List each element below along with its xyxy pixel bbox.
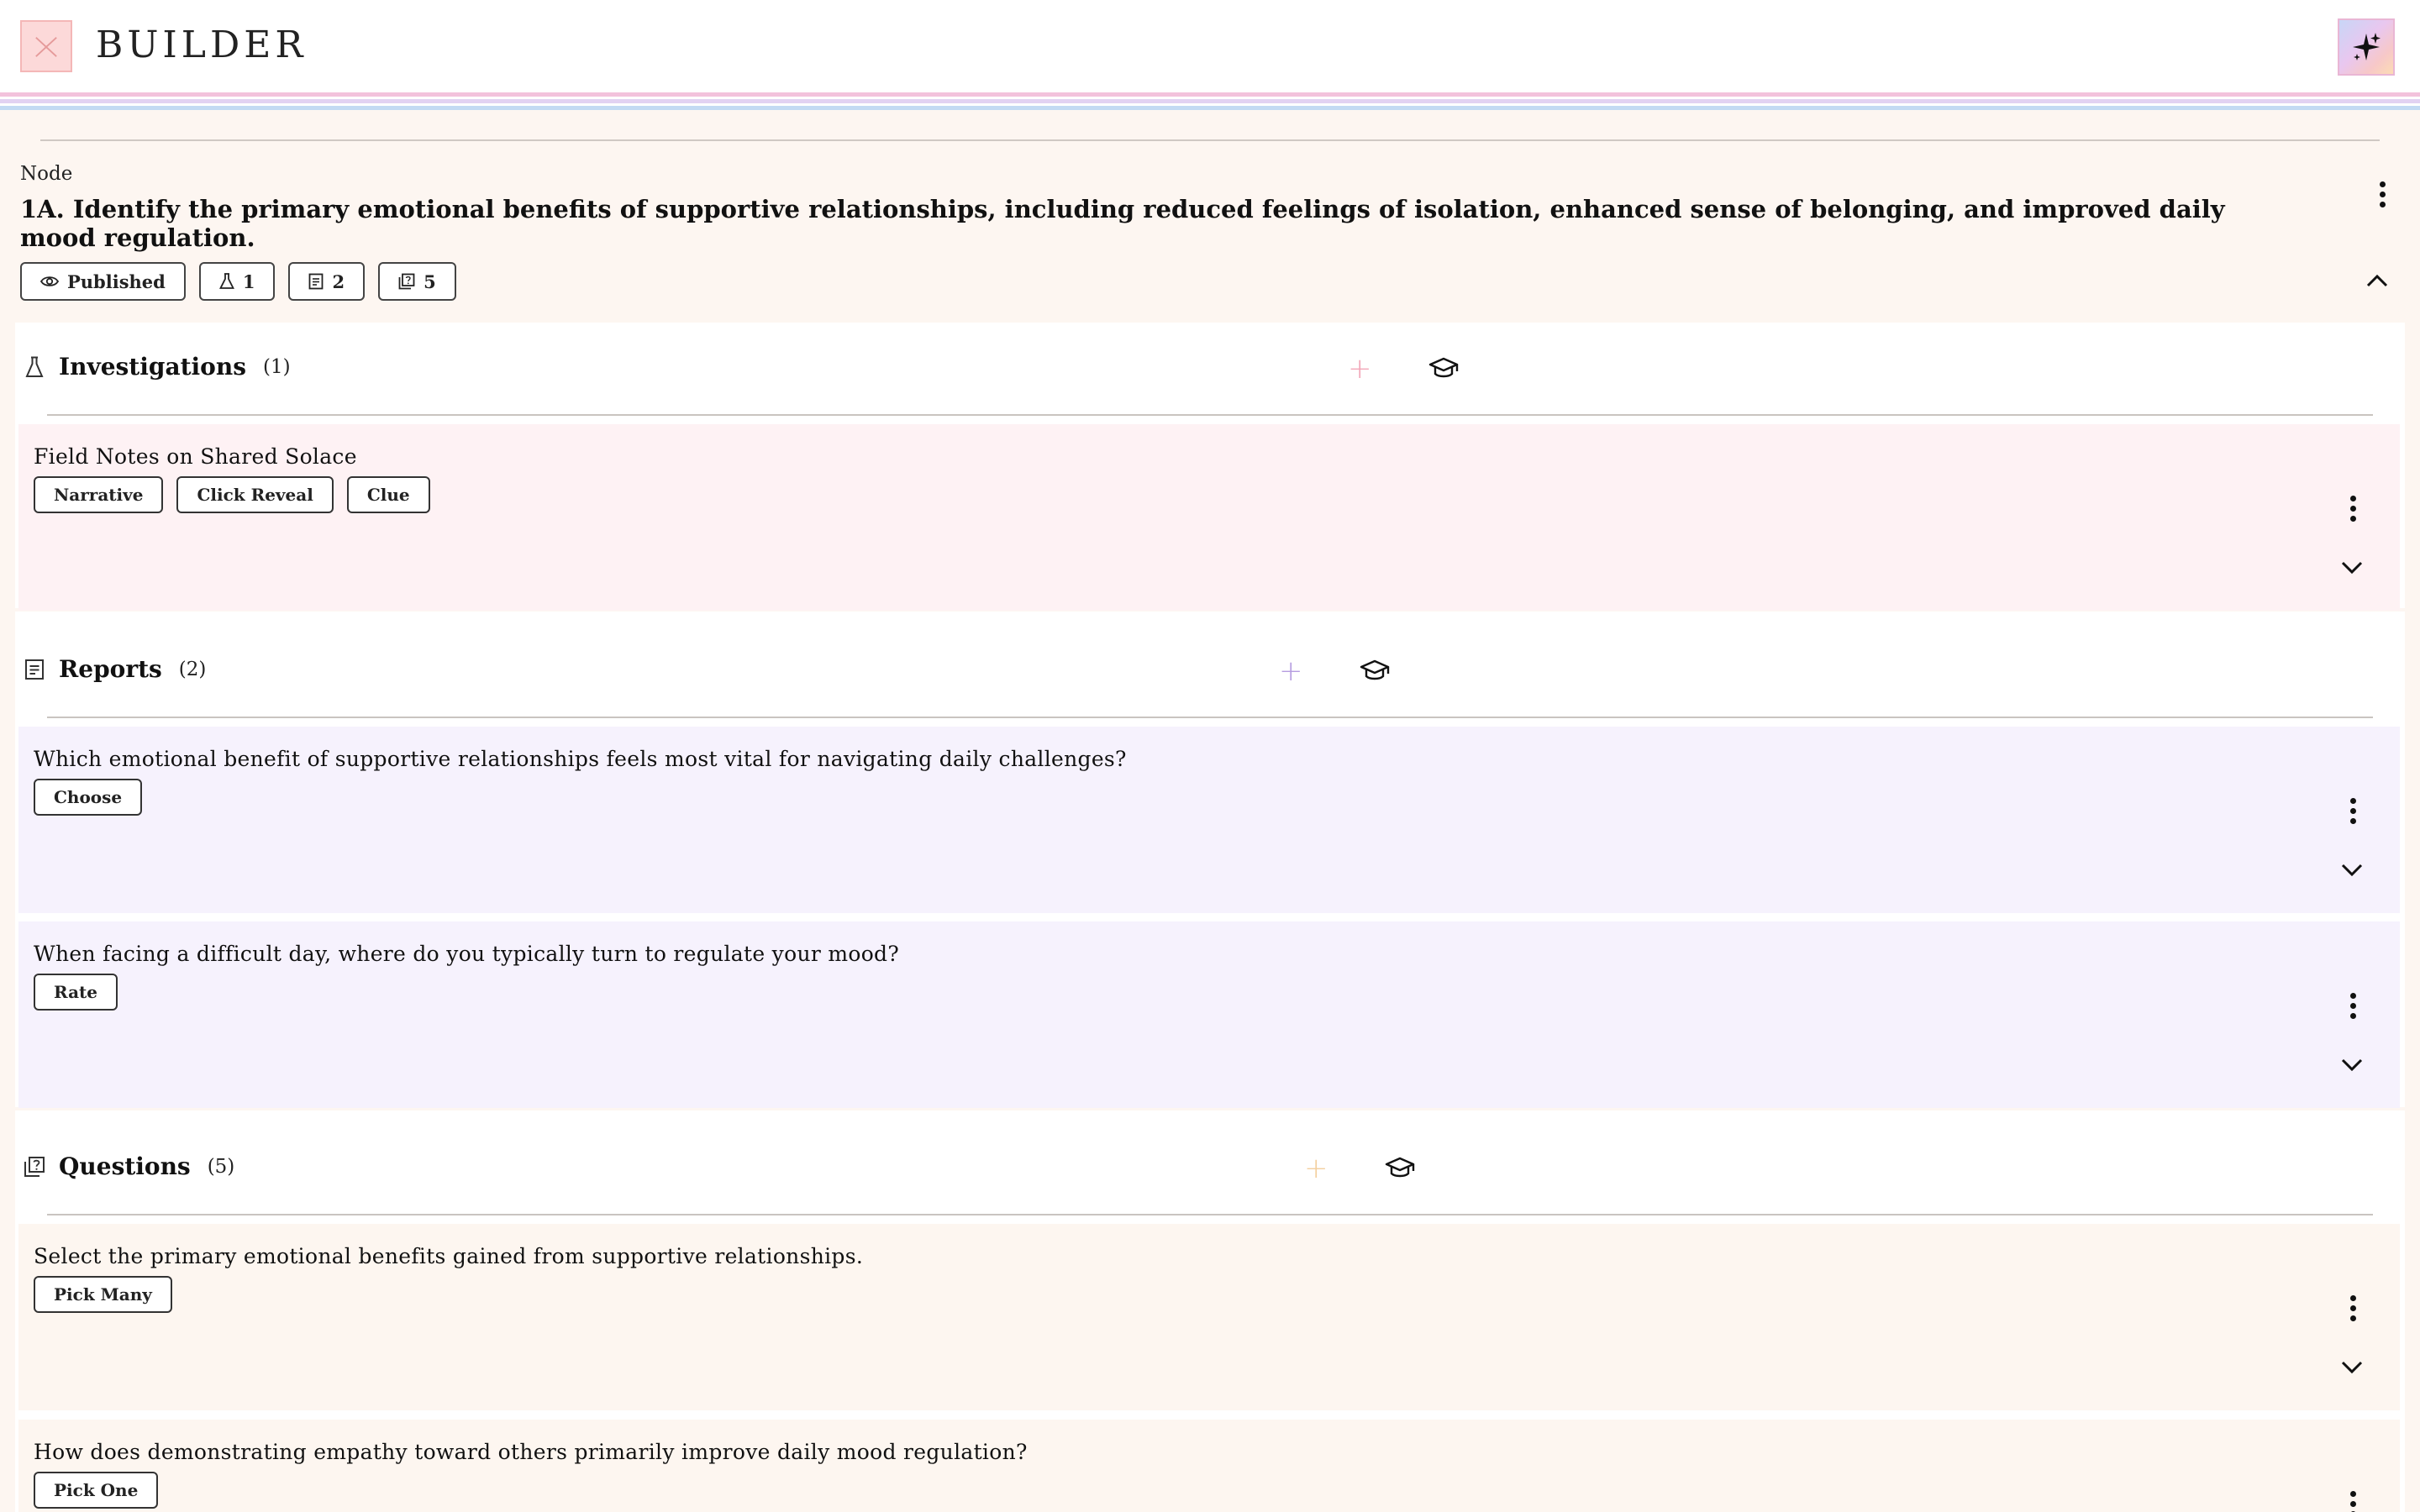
divider <box>47 717 2373 718</box>
graduation-cap-icon[interactable] <box>1385 1156 1415 1181</box>
tag-pick-one[interactable]: Pick One <box>34 1472 159 1509</box>
collapse-chevron-icon[interactable] <box>2363 266 2391 295</box>
flask-icon <box>218 273 234 289</box>
questions-count-badge[interactable]: 5 <box>378 262 456 301</box>
item-more-icon[interactable] <box>2344 989 2361 1022</box>
investigation-item[interactable]: Field Notes on Shared Solace Narrative C… <box>18 424 2400 611</box>
app-header: BUILDER <box>0 0 2420 92</box>
node-label: Node <box>20 163 73 185</box>
tag-clue[interactable]: Clue <box>346 476 430 513</box>
reports-header: Reports (2) <box>24 655 206 683</box>
expand-chevron-icon[interactable] <box>2338 1051 2366 1079</box>
tag-narrative[interactable]: Narrative <box>34 476 164 513</box>
report-item[interactable]: When facing a difficult day, where do yo… <box>18 921 2400 1108</box>
expand-chevron-icon[interactable] <box>2338 856 2366 885</box>
header-stripes <box>0 92 2420 118</box>
tag-rate[interactable]: Rate <box>34 974 118 1011</box>
item-more-icon[interactable] <box>2344 1487 2361 1512</box>
status-badge[interactable]: Published <box>20 262 186 301</box>
questions-header: Questions (5) <box>24 1152 234 1180</box>
node-title: 1A. Identify the primary emotional benef… <box>20 195 2225 252</box>
node-more-icon[interactable] <box>2374 177 2391 211</box>
brand-title: BUILDER <box>96 24 308 66</box>
investigations-count: 1 <box>242 270 255 292</box>
report-title: When facing a difficult day, where do yo… <box>34 942 900 966</box>
sparkle-icon[interactable] <box>2338 18 2395 76</box>
question-title: How does demonstrating empathy toward ot… <box>34 1440 1028 1464</box>
document-icon <box>309 273 324 290</box>
reports-title: Reports <box>59 655 162 683</box>
tag-list: Choose <box>34 779 143 816</box>
reports-count: 2 <box>332 270 345 292</box>
item-more-icon[interactable] <box>2344 794 2361 827</box>
broken-image-icon[interactable] <box>20 20 72 72</box>
tag-list: Narrative Click Reveal Clue <box>34 476 430 513</box>
flask-icon <box>24 355 45 379</box>
investigation-title: Field Notes on Shared Solace <box>34 444 357 469</box>
add-report-icon[interactable]: + <box>1279 657 1303 685</box>
reports-count-badge[interactable]: 2 <box>288 262 366 301</box>
graduation-cap-icon[interactable] <box>1360 659 1390 684</box>
tag-list: Rate <box>34 974 118 1011</box>
add-question-icon[interactable]: + <box>1304 1154 1328 1183</box>
divider <box>47 414 2373 416</box>
expand-chevron-icon[interactable] <box>2338 1353 2366 1382</box>
add-investigation-icon[interactable]: + <box>1348 354 1372 383</box>
question-item[interactable]: How does demonstrating empathy toward ot… <box>18 1420 2400 1512</box>
status-label: Published <box>67 270 166 292</box>
tag-pick-many[interactable]: Pick Many <box>34 1276 172 1313</box>
item-more-icon[interactable] <box>2344 1291 2361 1325</box>
report-item[interactable]: Which emotional benefit of supportive re… <box>18 727 2400 913</box>
item-more-icon[interactable] <box>2344 491 2361 525</box>
investigations-count-badge[interactable]: 1 <box>198 262 276 301</box>
tag-list: Pick One <box>34 1472 159 1509</box>
eye-icon <box>40 276 59 286</box>
investigations-title: Investigations <box>59 353 246 381</box>
graduation-cap-icon[interactable] <box>1428 356 1459 381</box>
document-icon <box>24 658 45 681</box>
tag-click-reveal[interactable]: Click Reveal <box>176 476 334 513</box>
expand-chevron-icon[interactable] <box>2338 554 2366 582</box>
tag-choose[interactable]: Choose <box>34 779 143 816</box>
report-title: Which emotional benefit of supportive re… <box>34 747 1127 771</box>
investigations-count: (1) <box>262 355 291 378</box>
quiz-icon <box>398 273 415 290</box>
divider <box>47 1214 2373 1215</box>
investigations-header: Investigations (1) <box>24 353 291 381</box>
node-badges: Published 1 2 5 <box>20 262 456 301</box>
questions-count: 5 <box>424 270 436 292</box>
divider <box>40 139 2380 141</box>
question-title: Select the primary emotional benefits ga… <box>34 1244 864 1268</box>
quiz-icon <box>24 1155 45 1179</box>
tag-list: Pick Many <box>34 1276 172 1313</box>
questions-title: Questions <box>59 1152 191 1180</box>
questions-count: (5) <box>207 1155 235 1178</box>
question-item[interactable]: Select the primary emotional benefits ga… <box>18 1224 2400 1410</box>
reports-count: (2) <box>178 658 207 680</box>
